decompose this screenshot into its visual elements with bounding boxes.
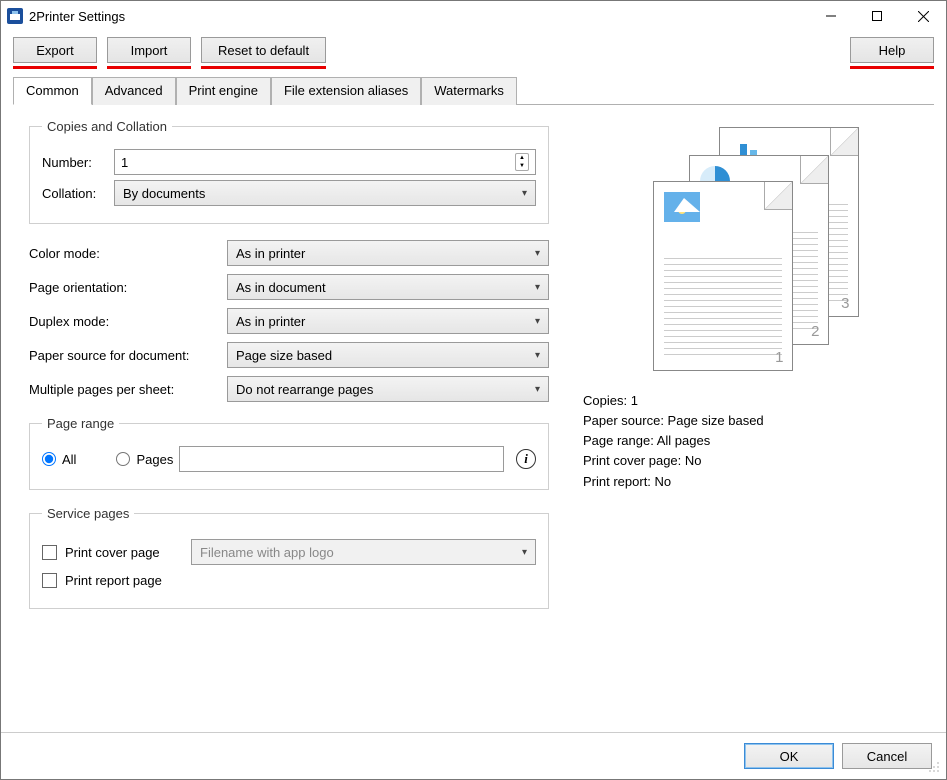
page-range-legend: Page range [42,416,119,431]
tab-watermarks[interactable]: Watermarks [421,77,517,105]
service-pages-group: Service pages Print cover page Filename … [29,506,549,609]
summary-paper-source: Paper source: Page size based [583,411,764,431]
titlebar: 2Printer Settings [1,1,946,31]
ok-button[interactable]: OK [744,743,834,769]
spinner-up-icon[interactable]: ▲ [516,154,528,162]
summary-copies: Copies: 1 [583,391,764,411]
tab-bar: Common Advanced Print engine File extens… [13,77,934,105]
app-icon [7,8,23,24]
close-button[interactable] [900,1,946,31]
paper-source-value: Page size based [236,348,332,363]
help-button[interactable]: Help [850,37,934,63]
preview-illustration: 3 2 1 [631,127,861,377]
color-mode-select[interactable]: As in printer ▾ [227,240,549,266]
chevron-down-icon: ▾ [535,282,540,293]
settings-summary: Copies: 1 Paper source: Page size based … [583,391,764,492]
chevron-down-icon: ▾ [522,547,527,558]
duplex-label: Duplex mode: [29,314,217,329]
tab-print-engine[interactable]: Print engine [176,77,271,105]
number-label: Number: [42,155,104,170]
multi-pages-select[interactable]: Do not rearrange pages ▾ [227,376,549,402]
tab-common[interactable]: Common [13,77,92,105]
radio-pages-label: Pages [136,452,173,467]
chevron-down-icon: ▾ [535,350,540,361]
info-icon[interactable]: i [516,449,536,469]
number-spinner[interactable]: ▲▼ [515,153,529,171]
preview-page-1: 1 [653,181,793,371]
export-underline [13,66,97,69]
radio-pages-input[interactable] [116,452,130,466]
import-underline [107,66,191,69]
cover-page-style-select[interactable]: Filename with app logo ▾ [191,539,536,565]
copies-collation-group: Copies and Collation Number: 1 ▲▼ Collat… [29,119,549,224]
cover-page-style-value: Filename with app logo [200,545,334,560]
chevron-down-icon: ▾ [535,316,540,327]
copies-collation-legend: Copies and Collation [42,119,172,134]
report-page-label: Print report page [65,573,162,588]
reset-underline [201,66,326,69]
tab-content: Copies and Collation Number: 1 ▲▼ Collat… [1,105,946,732]
multi-pages-label: Multiple pages per sheet: [29,382,217,397]
orientation-value: As in document [236,280,326,295]
tab-advanced[interactable]: Advanced [92,77,176,105]
report-page-checkbox[interactable] [42,573,57,588]
chevron-down-icon: ▾ [535,384,540,395]
chevron-down-icon: ▾ [535,248,540,259]
service-pages-legend: Service pages [42,506,134,521]
summary-page-range: Page range: All pages [583,431,764,451]
picture-icon [664,192,700,222]
reset-button[interactable]: Reset to default [201,37,326,63]
resize-grip-icon[interactable] [928,761,942,775]
maximize-button[interactable] [854,1,900,31]
radio-all-input[interactable] [42,452,56,466]
radio-all-label: All [62,452,76,467]
orientation-select[interactable]: As in document ▾ [227,274,549,300]
duplex-value: As in printer [236,314,305,329]
tab-file-ext-aliases[interactable]: File extension aliases [271,77,421,105]
preview-page-num-3: 3 [841,295,849,312]
cover-page-label: Print cover page [65,545,183,560]
spinner-down-icon[interactable]: ▼ [516,162,528,170]
help-underline [850,66,934,69]
export-button[interactable]: Export [13,37,97,63]
summary-report: Print report: No [583,472,764,492]
paper-source-select[interactable]: Page size based ▾ [227,342,549,368]
paper-source-label: Paper source for document: [29,348,217,363]
summary-cover: Print cover page: No [583,451,764,471]
dialog-footer: OK Cancel [1,732,946,779]
number-input[interactable]: 1 ▲▼ [114,149,536,175]
color-mode-label: Color mode: [29,246,217,261]
collation-select[interactable]: By documents ▾ [114,180,536,206]
window-title: 2Printer Settings [29,9,125,24]
orientation-label: Page orientation: [29,280,217,295]
number-value: 1 [121,155,128,170]
pages-input[interactable] [179,446,504,472]
page-range-all-radio[interactable]: All [42,452,76,467]
duplex-select[interactable]: As in printer ▾ [227,308,549,334]
minimize-button[interactable] [808,1,854,31]
toolbar: Export Import Reset to default Help [1,31,946,69]
import-button[interactable]: Import [107,37,191,63]
page-range-group: Page range All Pages i [29,416,549,490]
chevron-down-icon: ▾ [522,188,527,199]
collation-label: Collation: [42,186,104,201]
page-range-pages-radio[interactable]: Pages i [116,446,536,472]
cancel-button[interactable]: Cancel [842,743,932,769]
multi-pages-value: Do not rearrange pages [236,382,373,397]
collation-value: By documents [123,186,205,201]
color-mode-value: As in printer [236,246,305,261]
cover-page-checkbox[interactable] [42,545,57,560]
preview-page-num-1: 1 [775,349,783,366]
preview-page-num-2: 2 [811,323,819,340]
